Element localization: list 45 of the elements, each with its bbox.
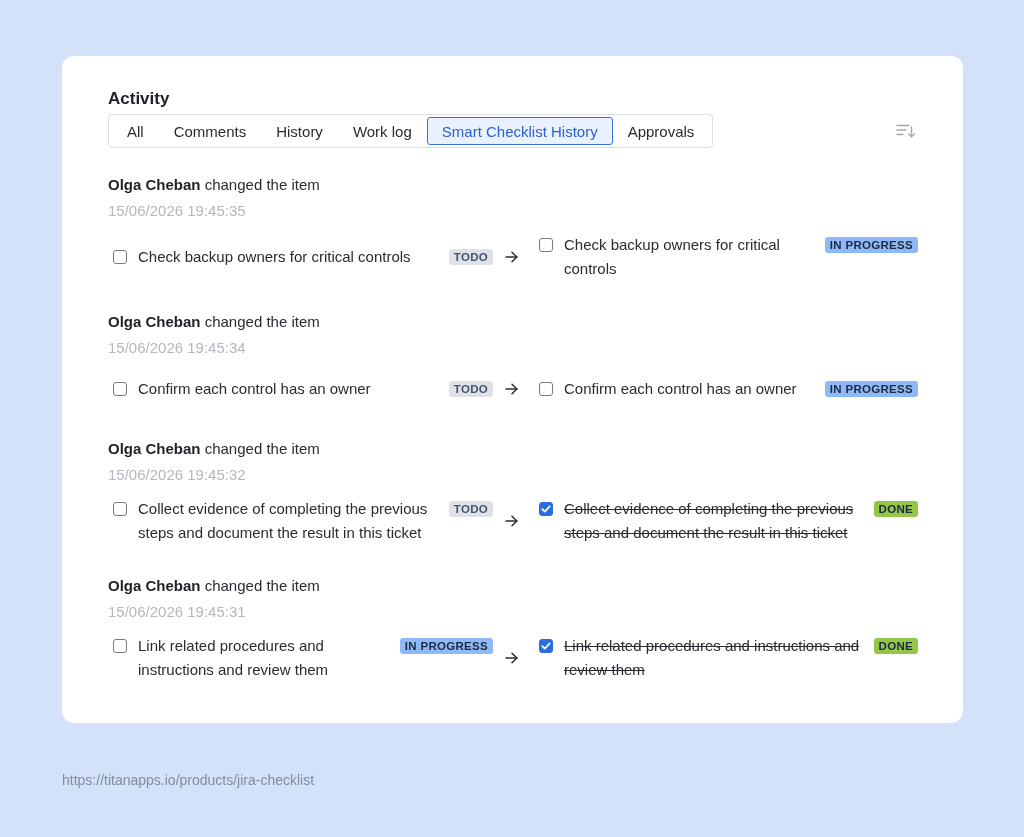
timestamp: 15/06/2026 19:45:34 (108, 338, 247, 358)
tab[interactable]: Work log (337, 117, 427, 145)
status-badge: TODO (448, 249, 493, 265)
tab[interactable]: Smart Checklist History (426, 117, 613, 145)
tab[interactable]: History (261, 117, 338, 145)
timestamp: 15/06/2026 19:45:35 (108, 201, 247, 221)
arrow-right-icon (505, 515, 518, 527)
checkbox[interactable] (539, 382, 553, 396)
status-badge: IN PROGRESS (399, 638, 493, 654)
checkbox[interactable] (113, 382, 127, 396)
checkbox[interactable] (539, 639, 553, 653)
change-summary: Olga Cheban changed the item (108, 439, 321, 459)
checklist-item-text: Check backup owners for critical controls (138, 247, 412, 267)
checkbox[interactable] (539, 238, 553, 252)
checkbox[interactable] (539, 502, 553, 516)
page-url: https://titanapps.io/products/jira-checklist (62, 771, 316, 789)
change-summary: Olga Cheban changed the item (108, 312, 321, 332)
checklist-item-text: Collect evidence of completing the previous steps and document the result in this ticket (564, 499, 855, 543)
sort-icon[interactable] (896, 124, 915, 138)
arrow-right-icon (505, 251, 518, 263)
status-badge: DONE (873, 501, 918, 517)
status-badge: DONE (873, 638, 918, 654)
checklist-item-text: Confirm each control has an owner (138, 379, 372, 399)
checklist-item-text: Check backup owners for critical controls (564, 235, 781, 279)
checklist-item-text: Link related procedures and instructions and review them (564, 636, 861, 680)
tab[interactable]: Approvals (612, 117, 710, 145)
checkbox[interactable] (113, 250, 127, 264)
change-summary: Olga Cheban changed the item (108, 576, 321, 596)
status-badge: IN PROGRESS (824, 237, 918, 253)
section-title: Activity (108, 88, 171, 110)
status-badge: TODO (448, 501, 493, 517)
tab[interactable]: All (112, 117, 159, 145)
timestamp: 15/06/2026 19:45:31 (108, 602, 247, 622)
checklist-item-text: Link related procedures and instructions and review them (138, 636, 330, 680)
checkbox[interactable] (113, 502, 127, 516)
change-summary: Olga Cheban changed the item (108, 175, 321, 195)
status-badge: TODO (448, 381, 493, 397)
tab[interactable]: Comments (158, 117, 262, 145)
arrow-right-icon (505, 383, 518, 395)
checklist-item-text: Confirm each control has an owner (564, 379, 798, 399)
timestamp: 15/06/2026 19:45:32 (108, 465, 247, 485)
arrow-right-icon (505, 652, 518, 664)
status-badge: IN PROGRESS (824, 381, 918, 397)
checkbox[interactable] (113, 639, 127, 653)
checklist-item-text: Collect evidence of completing the previous steps and document the result in this ticket (138, 499, 429, 543)
